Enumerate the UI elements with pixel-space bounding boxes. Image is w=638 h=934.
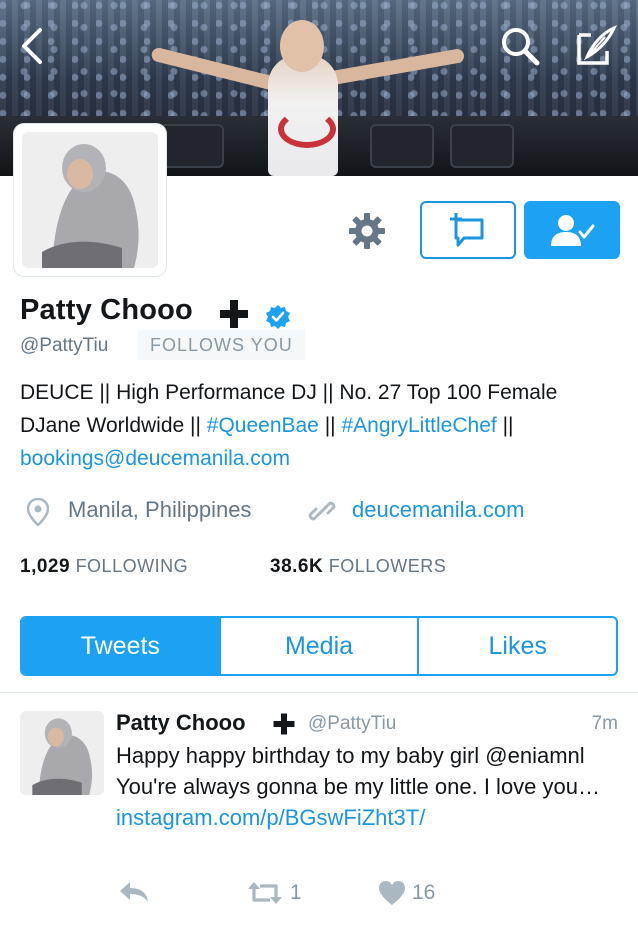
compose-icon [577,25,617,65]
tab-tweets[interactable]: Tweets [22,618,219,674]
following-button[interactable] [524,201,620,259]
follows-you-badge: FOLLOWS YOU [138,330,305,360]
reply-icon [120,882,148,902]
search-button[interactable] [498,24,542,68]
following-number: 1,029 [20,556,71,577]
like-button[interactable]: 16 [378,880,435,906]
plus-icon [220,300,248,328]
tweet-author-name[interactable]: Patty Chooo [116,710,246,736]
email-link[interactable]: bookings@deucemanila.com [20,447,290,470]
settings-button[interactable] [344,208,390,254]
compose-tweet-button[interactable] [574,24,618,68]
followers-number: 38.6K [270,556,324,577]
heart-icon [379,881,405,905]
retweet-icon [248,882,282,904]
profile-tabs: Tweets Media Likes [20,616,618,676]
plus-icon [273,713,295,735]
profile-handle: @PattyTiu [20,335,109,356]
profile-bio: DEUCE || High Performance DJ || No. 27 T… [20,376,620,475]
followers-count[interactable]: 38.6K FOLLOWERS [270,556,446,578]
back-button[interactable] [10,24,54,68]
tweet-body: Happy happy birthday to my baby girl @en… [116,743,600,799]
profile-avatar[interactable] [14,124,166,276]
tweet-timestamp: 7m [591,713,618,734]
banner-dj-head [280,20,324,72]
profile-location: Manila, Philippines [68,497,252,522]
avatar-photo-icon [22,132,158,268]
banner-deck [160,124,224,168]
search-icon [502,28,540,66]
hashtag-link[interactable]: #QueenBae [207,414,319,437]
tweet-text: Happy happy birthday to my baby girl @en… [116,740,616,833]
banner-headphones [278,110,336,148]
profile-website-link[interactable]: deucemanila.com [352,497,524,523]
user-check-icon [551,215,595,246]
followers-label: FOLLOWERS [328,556,447,576]
avatar-photo-icon [20,711,104,795]
like-count: 16 [412,881,436,904]
verified-badge-icon [266,305,290,329]
bio-text: || [318,414,342,437]
banner-deck [450,124,514,168]
retweet-count: 1 [290,881,302,904]
tweet-avatar[interactable] [20,711,104,795]
hashtag-link[interactable]: #AngryLittleChef [341,414,496,437]
tweet-author-handle[interactable]: @PattyTiu [308,713,396,735]
reply-button[interactable] [118,880,150,904]
following-label: FOLLOWING [75,556,189,576]
retweet-button[interactable]: 1 [246,880,302,906]
gear-icon [349,213,385,249]
profile-name: Patty Chooo [20,294,193,326]
banner-deck [370,124,434,168]
tab-likes[interactable]: Likes [417,618,616,674]
divider [0,692,638,693]
direct-message-button[interactable] [420,201,516,259]
message-plus-icon [450,213,484,247]
chevron-left-icon [22,28,42,64]
tweet-link[interactable]: instagram.com/p/BGswFiZht3T/ [116,805,425,830]
bio-text: || [496,414,514,437]
following-count[interactable]: 1,029 FOLLOWING [20,556,188,578]
tab-media[interactable]: Media [218,618,418,674]
avatar-image [22,132,158,268]
link-icon [308,501,336,521]
location-pin-icon [27,498,49,526]
